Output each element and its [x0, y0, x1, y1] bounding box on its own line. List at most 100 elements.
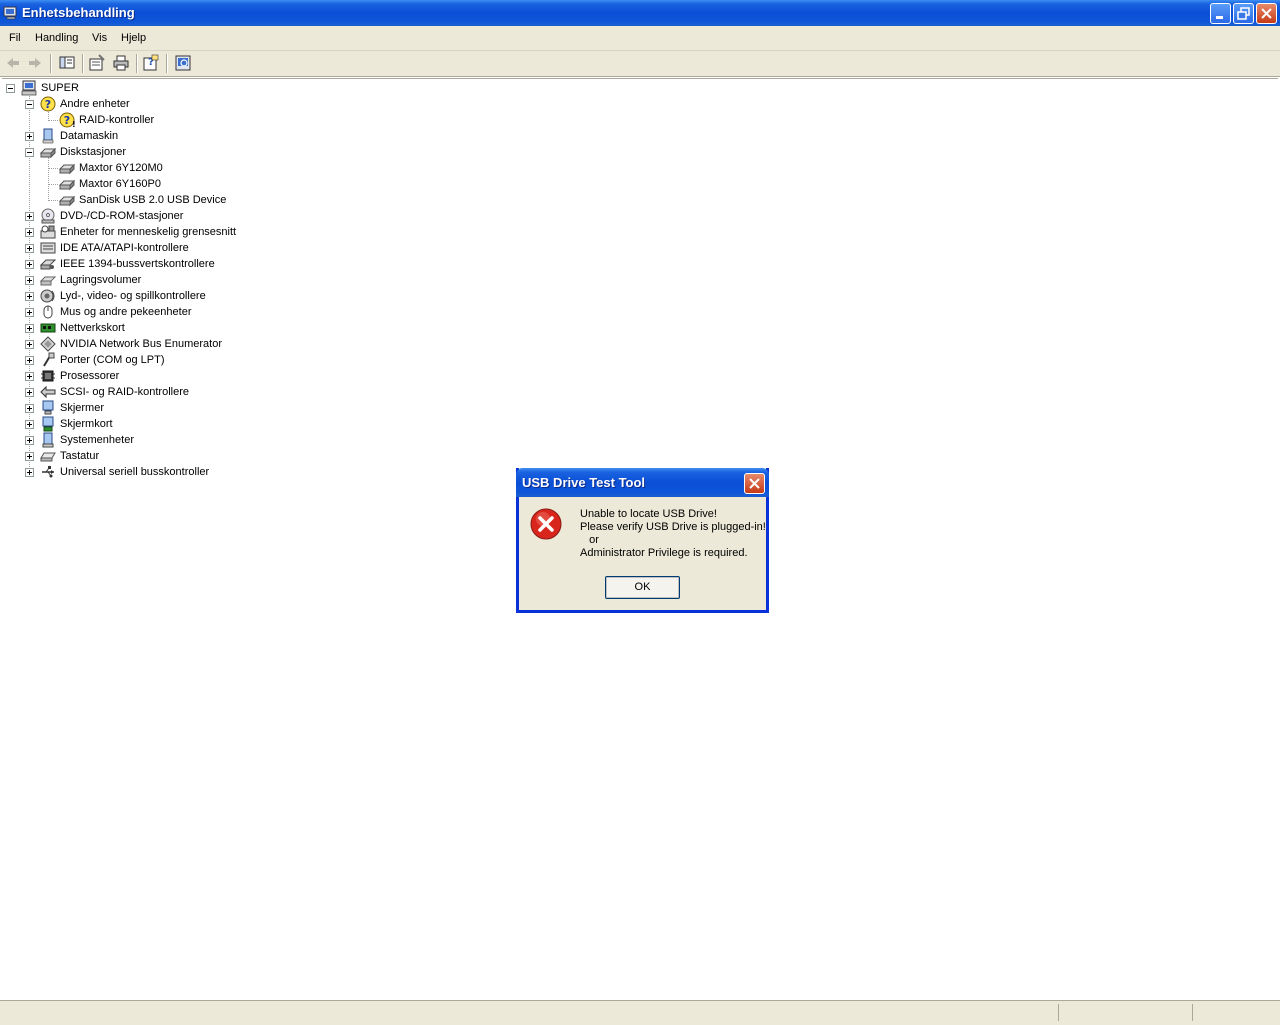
- menu-file[interactable]: Fil: [9, 32, 21, 44]
- tree-node-label[interactable]: Skjermer: [60, 401, 104, 415]
- expand-toggle[interactable]: [25, 260, 34, 269]
- plus-icon: [27, 406, 32, 411]
- sound-icon: [40, 289, 55, 303]
- tree-node-label[interactable]: IDE ATA/ATAPI-kontrollere: [60, 241, 189, 255]
- status-pane: [1058, 1004, 1059, 1021]
- tree-line: [49, 200, 58, 201]
- dialog-titlebar[interactable]: USB Drive Test Tool: [516, 468, 769, 497]
- firewire-icon: [40, 259, 56, 270]
- plus-icon: [27, 134, 32, 139]
- storage-volume-icon: [40, 276, 56, 286]
- usb-test-error-dialog: USB Drive Test Tool Unable to locate USB…: [516, 468, 769, 613]
- status-pane: [1192, 1004, 1193, 1021]
- expand-toggle[interactable]: [25, 292, 34, 301]
- tree-node-label[interactable]: Prosessorer: [60, 369, 119, 383]
- print-icon[interactable]: [112, 54, 130, 72]
- tree-node-label[interactable]: Skjermkort: [60, 417, 113, 431]
- expand-toggle[interactable]: [25, 308, 34, 317]
- status-bar: [0, 1000, 1280, 1025]
- expand-toggle[interactable]: [25, 372, 34, 381]
- window-titlebar[interactable]: Enhetsbehandling: [0, 0, 1280, 26]
- tree-child-label[interactable]: Maxtor 6Y120M0: [79, 161, 163, 175]
- properties-icon[interactable]: [88, 54, 106, 72]
- collapse-toggle[interactable]: [25, 100, 34, 109]
- expand-toggle[interactable]: [25, 212, 34, 221]
- tree-node-label[interactable]: SCSI- og RAID-kontrollere: [60, 385, 189, 399]
- display-adapter-icon: [42, 416, 54, 432]
- plus-icon: [27, 454, 32, 459]
- tree-child-label[interactable]: SanDisk USB 2.0 USB Device: [79, 193, 226, 207]
- close-icon: [1261, 8, 1272, 19]
- tree-node-label[interactable]: Mus og andre pekeenheter: [60, 305, 191, 319]
- svg-text:?: ?: [45, 98, 51, 111]
- hid-icon: [40, 225, 56, 239]
- ok-button[interactable]: OK: [605, 576, 680, 599]
- disk-drive-icon: [59, 179, 75, 191]
- tree-node-label[interactable]: Datamaskin: [60, 129, 118, 143]
- disk-drive-icon: [59, 195, 75, 207]
- tree-node-label[interactable]: IEEE 1394-bussvertskontrollere: [60, 257, 215, 271]
- scsi-icon: [40, 385, 56, 399]
- back-icon[interactable]: [4, 54, 22, 72]
- tree-node-label[interactable]: Diskstasjoner: [60, 145, 126, 159]
- console-tree-icon[interactable]: [58, 54, 76, 72]
- expand-toggle[interactable]: [25, 340, 34, 349]
- expand-toggle[interactable]: [25, 276, 34, 285]
- tree-node-label[interactable]: Andre enheter: [60, 97, 130, 111]
- expand-toggle[interactable]: [25, 420, 34, 429]
- tree-node-label[interactable]: NVIDIA Network Bus Enumerator: [60, 337, 222, 351]
- tree-node-label[interactable]: Tastatur: [60, 449, 99, 463]
- expand-toggle[interactable]: [25, 468, 34, 477]
- menu-help[interactable]: Hjelp: [121, 32, 146, 44]
- restore-button[interactable]: [1233, 3, 1254, 24]
- plus-icon: [27, 278, 32, 283]
- menu-action[interactable]: Handling: [35, 32, 78, 44]
- tree-node-label[interactable]: Porter (COM og LPT): [60, 353, 165, 367]
- device-manager-icon: [3, 6, 17, 20]
- plus-icon: [27, 246, 32, 251]
- tree-node-label[interactable]: Enheter for menneskelig grensesnitt: [60, 225, 236, 239]
- help-icon[interactable]: ?: [142, 54, 160, 72]
- cdrom-icon: [41, 208, 55, 224]
- expand-toggle[interactable]: [25, 244, 34, 253]
- expand-toggle[interactable]: [25, 404, 34, 413]
- tree-root-label[interactable]: SUPER: [41, 81, 79, 95]
- close-icon: [749, 478, 760, 489]
- plus-icon: [27, 374, 32, 379]
- tree-node-label[interactable]: Nettverkskort: [60, 321, 125, 335]
- plus-icon: [27, 294, 32, 299]
- expand-toggle[interactable]: [25, 452, 34, 461]
- forward-icon[interactable]: [26, 54, 44, 72]
- restore-icon: [1237, 7, 1250, 20]
- minus-icon: [8, 88, 13, 89]
- tree-node-label[interactable]: DVD-/CD-ROM-stasjoner: [60, 209, 183, 223]
- tree-node-label[interactable]: Lyd-, video- og spillkontrollere: [60, 289, 206, 303]
- tree-child-label[interactable]: Maxtor 6Y160P0: [79, 177, 161, 191]
- expand-toggle[interactable]: [25, 132, 34, 141]
- close-button[interactable]: [1256, 3, 1277, 24]
- expand-toggle[interactable]: [25, 436, 34, 445]
- plus-icon: [27, 230, 32, 235]
- toolbar: ?: [0, 51, 1280, 77]
- menu-view[interactable]: Vis: [92, 32, 107, 44]
- plus-icon: [27, 422, 32, 427]
- svg-text:!: !: [72, 120, 75, 128]
- dialog-close-button[interactable]: [744, 473, 765, 494]
- toolbar-separator: [50, 54, 52, 73]
- expand-toggle[interactable]: [25, 356, 34, 365]
- tree-child-label[interactable]: RAID-kontroller: [79, 113, 154, 127]
- root-collapse-toggle[interactable]: [6, 84, 15, 93]
- minimize-button[interactable]: [1210, 3, 1231, 24]
- collapse-toggle[interactable]: [25, 148, 34, 157]
- tree-node-label[interactable]: Universal seriell busskontroller: [60, 465, 209, 479]
- plus-icon: [27, 470, 32, 475]
- tree-node-label[interactable]: Systemenheter: [60, 433, 134, 447]
- tree-node-label[interactable]: Lagringsvolumer: [60, 273, 141, 287]
- scan-hardware-icon[interactable]: [174, 54, 192, 72]
- plus-icon: [27, 358, 32, 363]
- expand-toggle[interactable]: [25, 388, 34, 397]
- unknown-device-icon: ?: [40, 96, 56, 112]
- processor-icon: [41, 370, 55, 382]
- expand-toggle[interactable]: [25, 228, 34, 237]
- expand-toggle[interactable]: [25, 324, 34, 333]
